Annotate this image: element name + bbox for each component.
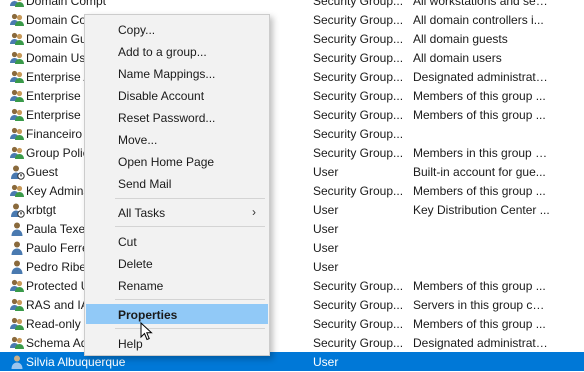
row-description: Servers in this group can... xyxy=(413,298,551,312)
menu-item-properties[interactable]: Properties xyxy=(86,304,268,324)
row-description: Members of this group ... xyxy=(413,279,546,293)
menu-item-help[interactable]: Help xyxy=(86,333,268,353)
row-type: User xyxy=(313,355,339,369)
group-icon xyxy=(10,0,24,7)
group-icon xyxy=(10,13,24,26)
menu-separator xyxy=(115,328,265,329)
menu-item-label: Properties xyxy=(118,308,178,322)
menu-item-rename[interactable]: Rename xyxy=(86,275,268,295)
row-description: All domain guests xyxy=(413,32,508,46)
group-icon xyxy=(10,184,24,197)
row-type: Security Group... xyxy=(313,70,404,84)
row-name: Domain Computers xyxy=(26,0,106,8)
row-description: Members in this group c... xyxy=(413,146,551,160)
menu-item-label: Disable Account xyxy=(118,89,205,103)
menu-item-label: Delete xyxy=(118,257,153,271)
menu-item-label: Rename xyxy=(118,279,164,293)
user-icon xyxy=(11,241,23,255)
menu-item-open-home-page[interactable]: Open Home Page xyxy=(86,151,268,171)
menu-item-copy[interactable]: Copy... xyxy=(86,19,268,39)
row-type: Security Group... xyxy=(313,51,404,65)
row-description: All workstations and serve... xyxy=(413,0,551,8)
list-row-domain-computers[interactable]: Domain Computers Security Group... All w… xyxy=(0,0,584,10)
row-description: Key Distribution Center ... xyxy=(413,203,550,217)
row-type: Security Group... xyxy=(313,127,404,141)
row-type: Security Group... xyxy=(313,279,404,293)
group-icon xyxy=(10,317,24,330)
menu-item-label: Help xyxy=(118,337,143,351)
menu-item-send-mail[interactable]: Send Mail xyxy=(86,173,268,193)
menu-item-disable-account[interactable]: Disable Account xyxy=(86,85,268,105)
row-description: Members of this group ... xyxy=(413,89,546,103)
row-type: User xyxy=(313,203,339,217)
row-description: Members of this group ... xyxy=(413,184,546,198)
group-icon xyxy=(10,127,24,140)
user-icon xyxy=(11,260,23,274)
group-icon xyxy=(10,51,24,64)
group-icon xyxy=(10,279,24,292)
group-icon xyxy=(10,108,24,121)
menu-item-delete[interactable]: Delete xyxy=(86,253,268,273)
menu-separator xyxy=(115,198,265,199)
disabled-user-icon xyxy=(11,165,25,180)
menu-item-move[interactable]: Move... xyxy=(86,129,268,149)
menu-item-label: Move... xyxy=(118,133,158,147)
menu-item-label: Open Home Page xyxy=(118,155,215,169)
row-type: Security Group... xyxy=(313,0,404,8)
menu-item-label: All Tasks xyxy=(118,206,166,220)
row-type: Security Group... xyxy=(313,13,404,27)
row-type: User xyxy=(313,241,339,255)
row-type: Security Group... xyxy=(313,184,404,198)
row-type: User xyxy=(313,260,339,274)
menu-item-name-mappings[interactable]: Name Mappings... xyxy=(86,63,268,83)
group-icon xyxy=(10,336,24,349)
menu-item-cut[interactable]: Cut xyxy=(86,231,268,251)
row-type: Security Group... xyxy=(313,317,404,331)
user-icon xyxy=(11,355,23,369)
menu-item-label: Copy... xyxy=(118,23,156,37)
group-icon xyxy=(10,298,24,311)
row-description: Members of this group ... xyxy=(413,108,546,122)
row-type: Security Group... xyxy=(313,108,404,122)
row-description: Designated administrato... xyxy=(413,70,551,84)
row-type: Security Group... xyxy=(313,146,404,160)
row-type: User xyxy=(313,222,339,236)
disabled-user-icon xyxy=(11,203,25,218)
row-type: User xyxy=(313,165,339,179)
group-icon xyxy=(10,89,24,102)
row-type: Security Group... xyxy=(313,298,404,312)
user-icon xyxy=(11,222,23,236)
menu-separator xyxy=(115,226,265,227)
menu-item-label: Cut xyxy=(118,235,137,249)
menu-item-label: Name Mappings... xyxy=(118,67,216,81)
row-type: Security Group... xyxy=(313,89,404,103)
row-description: Built-in account for gue... xyxy=(413,165,546,179)
row-type: Security Group... xyxy=(313,336,404,350)
row-description: All domain users xyxy=(413,51,502,65)
row-name: Silvia Albuquerque xyxy=(26,355,126,369)
menu-separator xyxy=(115,299,265,300)
row-type: Security Group... xyxy=(313,32,404,46)
row-description: All domain controllers i... xyxy=(413,13,544,27)
menu-item-label: Send Mail xyxy=(118,177,172,191)
menu-item-all-tasks[interactable]: All Tasks › xyxy=(86,202,268,222)
group-icon xyxy=(10,70,24,83)
mouse-pointer-icon xyxy=(140,322,153,341)
menu-item-label: Reset Password... xyxy=(118,111,216,125)
menu-item-add-to-group[interactable]: Add to a group... xyxy=(86,41,268,61)
group-icon xyxy=(10,146,24,159)
context-menu: Copy... Add to a group... Name Mappings.… xyxy=(84,14,270,356)
chevron-right-icon: › xyxy=(252,205,256,219)
menu-item-label: Add to a group... xyxy=(118,45,207,59)
row-description: Members of this group ... xyxy=(413,317,546,331)
menu-item-reset-password[interactable]: Reset Password... xyxy=(86,107,268,127)
row-description: Designated administrato... xyxy=(413,336,551,350)
group-icon xyxy=(10,32,24,45)
